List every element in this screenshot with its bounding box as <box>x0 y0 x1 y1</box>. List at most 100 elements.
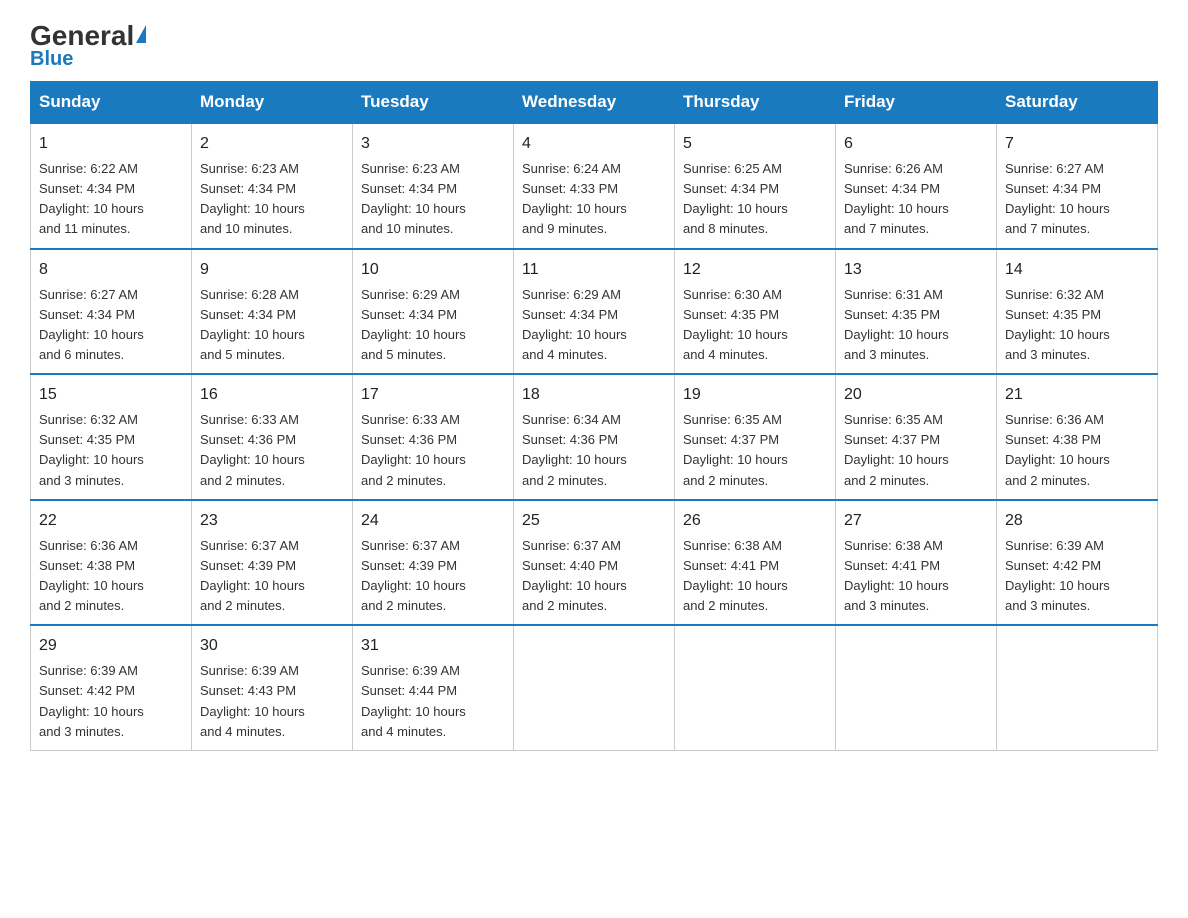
day-info: Sunrise: 6:32 AMSunset: 4:35 PMDaylight:… <box>1005 285 1149 366</box>
calendar-cell: 10 Sunrise: 6:29 AMSunset: 4:34 PMDayligh… <box>353 249 514 375</box>
day-number: 12 <box>683 258 827 282</box>
day-number: 25 <box>522 509 666 533</box>
day-number: 8 <box>39 258 183 282</box>
day-number: 29 <box>39 634 183 658</box>
calendar-cell: 14 Sunrise: 6:32 AMSunset: 4:35 PMDayligh… <box>997 249 1158 375</box>
day-info: Sunrise: 6:39 AMSunset: 4:44 PMDaylight:… <box>361 661 505 742</box>
calendar-cell <box>997 625 1158 750</box>
day-info: Sunrise: 6:33 AMSunset: 4:36 PMDaylight:… <box>361 410 505 491</box>
calendar-cell: 4 Sunrise: 6:24 AMSunset: 4:33 PMDaylight… <box>514 123 675 249</box>
page-header: General Blue <box>30 20 1158 71</box>
day-info: Sunrise: 6:29 AMSunset: 4:34 PMDaylight:… <box>522 285 666 366</box>
day-info: Sunrise: 6:33 AMSunset: 4:36 PMDaylight:… <box>200 410 344 491</box>
day-info: Sunrise: 6:24 AMSunset: 4:33 PMDaylight:… <box>522 159 666 240</box>
day-number: 17 <box>361 383 505 407</box>
calendar-cell <box>675 625 836 750</box>
calendar-table: SundayMondayTuesdayWednesdayThursdayFrid… <box>30 81 1158 751</box>
calendar-cell: 6 Sunrise: 6:26 AMSunset: 4:34 PMDaylight… <box>836 123 997 249</box>
day-info: Sunrise: 6:38 AMSunset: 4:41 PMDaylight:… <box>683 536 827 617</box>
day-info: Sunrise: 6:34 AMSunset: 4:36 PMDaylight:… <box>522 410 666 491</box>
day-info: Sunrise: 6:35 AMSunset: 4:37 PMDaylight:… <box>844 410 988 491</box>
calendar-cell: 31Sunrise: 6:39 AMSunset: 4:44 PMDayligh… <box>353 625 514 750</box>
day-info: Sunrise: 6:39 AMSunset: 4:42 PMDaylight:… <box>1005 536 1149 617</box>
week-row-2: 8 Sunrise: 6:27 AMSunset: 4:34 PMDaylight… <box>31 249 1158 375</box>
calendar-cell <box>836 625 997 750</box>
day-info: Sunrise: 6:38 AMSunset: 4:41 PMDaylight:… <box>844 536 988 617</box>
calendar-cell: 22 Sunrise: 6:36 AMSunset: 4:38 PMDayligh… <box>31 500 192 626</box>
calendar-cell: 25 Sunrise: 6:37 AMSunset: 4:40 PMDayligh… <box>514 500 675 626</box>
calendar-cell: 30 Sunrise: 6:39 AMSunset: 4:43 PMDayligh… <box>192 625 353 750</box>
calendar-cell: 3 Sunrise: 6:23 AMSunset: 4:34 PMDaylight… <box>353 123 514 249</box>
day-info: Sunrise: 6:26 AMSunset: 4:34 PMDaylight:… <box>844 159 988 240</box>
day-number: 3 <box>361 132 505 156</box>
calendar-cell: 28 Sunrise: 6:39 AMSunset: 4:42 PMDayligh… <box>997 500 1158 626</box>
day-number: 13 <box>844 258 988 282</box>
week-row-3: 15 Sunrise: 6:32 AMSunset: 4:35 PMDayligh… <box>31 374 1158 500</box>
calendar-cell: 21Sunrise: 6:36 AMSunset: 4:38 PMDayligh… <box>997 374 1158 500</box>
week-row-1: 1Sunrise: 6:22 AMSunset: 4:34 PMDaylight… <box>31 123 1158 249</box>
day-info: Sunrise: 6:23 AMSunset: 4:34 PMDaylight:… <box>200 159 344 240</box>
calendar-cell: 24 Sunrise: 6:37 AMSunset: 4:39 PMDayligh… <box>353 500 514 626</box>
day-info: Sunrise: 6:32 AMSunset: 4:35 PMDaylight:… <box>39 410 183 491</box>
day-number: 27 <box>844 509 988 533</box>
day-number: 28 <box>1005 509 1149 533</box>
day-number: 26 <box>683 509 827 533</box>
day-number: 30 <box>200 634 344 658</box>
calendar-cell: 16 Sunrise: 6:33 AMSunset: 4:36 PMDayligh… <box>192 374 353 500</box>
day-info: Sunrise: 6:37 AMSunset: 4:39 PMDaylight:… <box>361 536 505 617</box>
day-number: 6 <box>844 132 988 156</box>
calendar-cell: 29 Sunrise: 6:39 AMSunset: 4:42 PMDayligh… <box>31 625 192 750</box>
weekday-header-tuesday: Tuesday <box>353 82 514 124</box>
weekday-header-friday: Friday <box>836 82 997 124</box>
calendar-cell: 15 Sunrise: 6:32 AMSunset: 4:35 PMDayligh… <box>31 374 192 500</box>
day-info: Sunrise: 6:27 AMSunset: 4:34 PMDaylight:… <box>1005 159 1149 240</box>
calendar-cell: 18 Sunrise: 6:34 AMSunset: 4:36 PMDayligh… <box>514 374 675 500</box>
day-number: 2 <box>200 132 344 156</box>
calendar-cell: 5 Sunrise: 6:25 AMSunset: 4:34 PMDaylight… <box>675 123 836 249</box>
day-number: 11 <box>522 258 666 282</box>
calendar-cell: 12Sunrise: 6:30 AMSunset: 4:35 PMDayligh… <box>675 249 836 375</box>
day-info: Sunrise: 6:27 AMSunset: 4:34 PMDaylight:… <box>39 285 183 366</box>
calendar-cell: 13 Sunrise: 6:31 AMSunset: 4:35 PMDayligh… <box>836 249 997 375</box>
day-info: Sunrise: 6:37 AMSunset: 4:40 PMDaylight:… <box>522 536 666 617</box>
day-number: 10 <box>361 258 505 282</box>
day-number: 15 <box>39 383 183 407</box>
calendar-cell: 11 Sunrise: 6:29 AMSunset: 4:34 PMDayligh… <box>514 249 675 375</box>
day-info: Sunrise: 6:36 AMSunset: 4:38 PMDaylight:… <box>39 536 183 617</box>
weekday-header-sunday: Sunday <box>31 82 192 124</box>
day-number: 23 <box>200 509 344 533</box>
day-info: Sunrise: 6:22 AMSunset: 4:34 PMDaylight:… <box>39 159 183 240</box>
day-number: 16 <box>200 383 344 407</box>
logo-blue-text: Blue <box>30 48 73 71</box>
day-info: Sunrise: 6:25 AMSunset: 4:34 PMDaylight:… <box>683 159 827 240</box>
calendar-cell <box>514 625 675 750</box>
calendar-cell: 23 Sunrise: 6:37 AMSunset: 4:39 PMDayligh… <box>192 500 353 626</box>
day-number: 24 <box>361 509 505 533</box>
calendar-cell: 27 Sunrise: 6:38 AMSunset: 4:41 PMDayligh… <box>836 500 997 626</box>
calendar-cell: 17 Sunrise: 6:33 AMSunset: 4:36 PMDayligh… <box>353 374 514 500</box>
weekday-header-monday: Monday <box>192 82 353 124</box>
day-info: Sunrise: 6:31 AMSunset: 4:35 PMDaylight:… <box>844 285 988 366</box>
calendar-cell: 1Sunrise: 6:22 AMSunset: 4:34 PMDaylight… <box>31 123 192 249</box>
day-info: Sunrise: 6:39 AMSunset: 4:43 PMDaylight:… <box>200 661 344 742</box>
calendar-cell: 19Sunrise: 6:35 AMSunset: 4:37 PMDayligh… <box>675 374 836 500</box>
weekday-header-saturday: Saturday <box>997 82 1158 124</box>
calendar-cell: 20 Sunrise: 6:35 AMSunset: 4:37 PMDayligh… <box>836 374 997 500</box>
day-number: 18 <box>522 383 666 407</box>
day-info: Sunrise: 6:29 AMSunset: 4:34 PMDaylight:… <box>361 285 505 366</box>
week-row-4: 22 Sunrise: 6:36 AMSunset: 4:38 PMDayligh… <box>31 500 1158 626</box>
logo-triangle-icon <box>136 25 146 43</box>
day-info: Sunrise: 6:39 AMSunset: 4:42 PMDaylight:… <box>39 661 183 742</box>
day-number: 14 <box>1005 258 1149 282</box>
day-number: 20 <box>844 383 988 407</box>
day-number: 4 <box>522 132 666 156</box>
logo: General Blue <box>30 20 146 71</box>
day-info: Sunrise: 6:23 AMSunset: 4:34 PMDaylight:… <box>361 159 505 240</box>
day-number: 5 <box>683 132 827 156</box>
day-number: 7 <box>1005 132 1149 156</box>
day-number: 22 <box>39 509 183 533</box>
weekday-header-thursday: Thursday <box>675 82 836 124</box>
day-number: 21 <box>1005 383 1149 407</box>
calendar-cell: 7 Sunrise: 6:27 AMSunset: 4:34 PMDaylight… <box>997 123 1158 249</box>
day-info: Sunrise: 6:37 AMSunset: 4:39 PMDaylight:… <box>200 536 344 617</box>
